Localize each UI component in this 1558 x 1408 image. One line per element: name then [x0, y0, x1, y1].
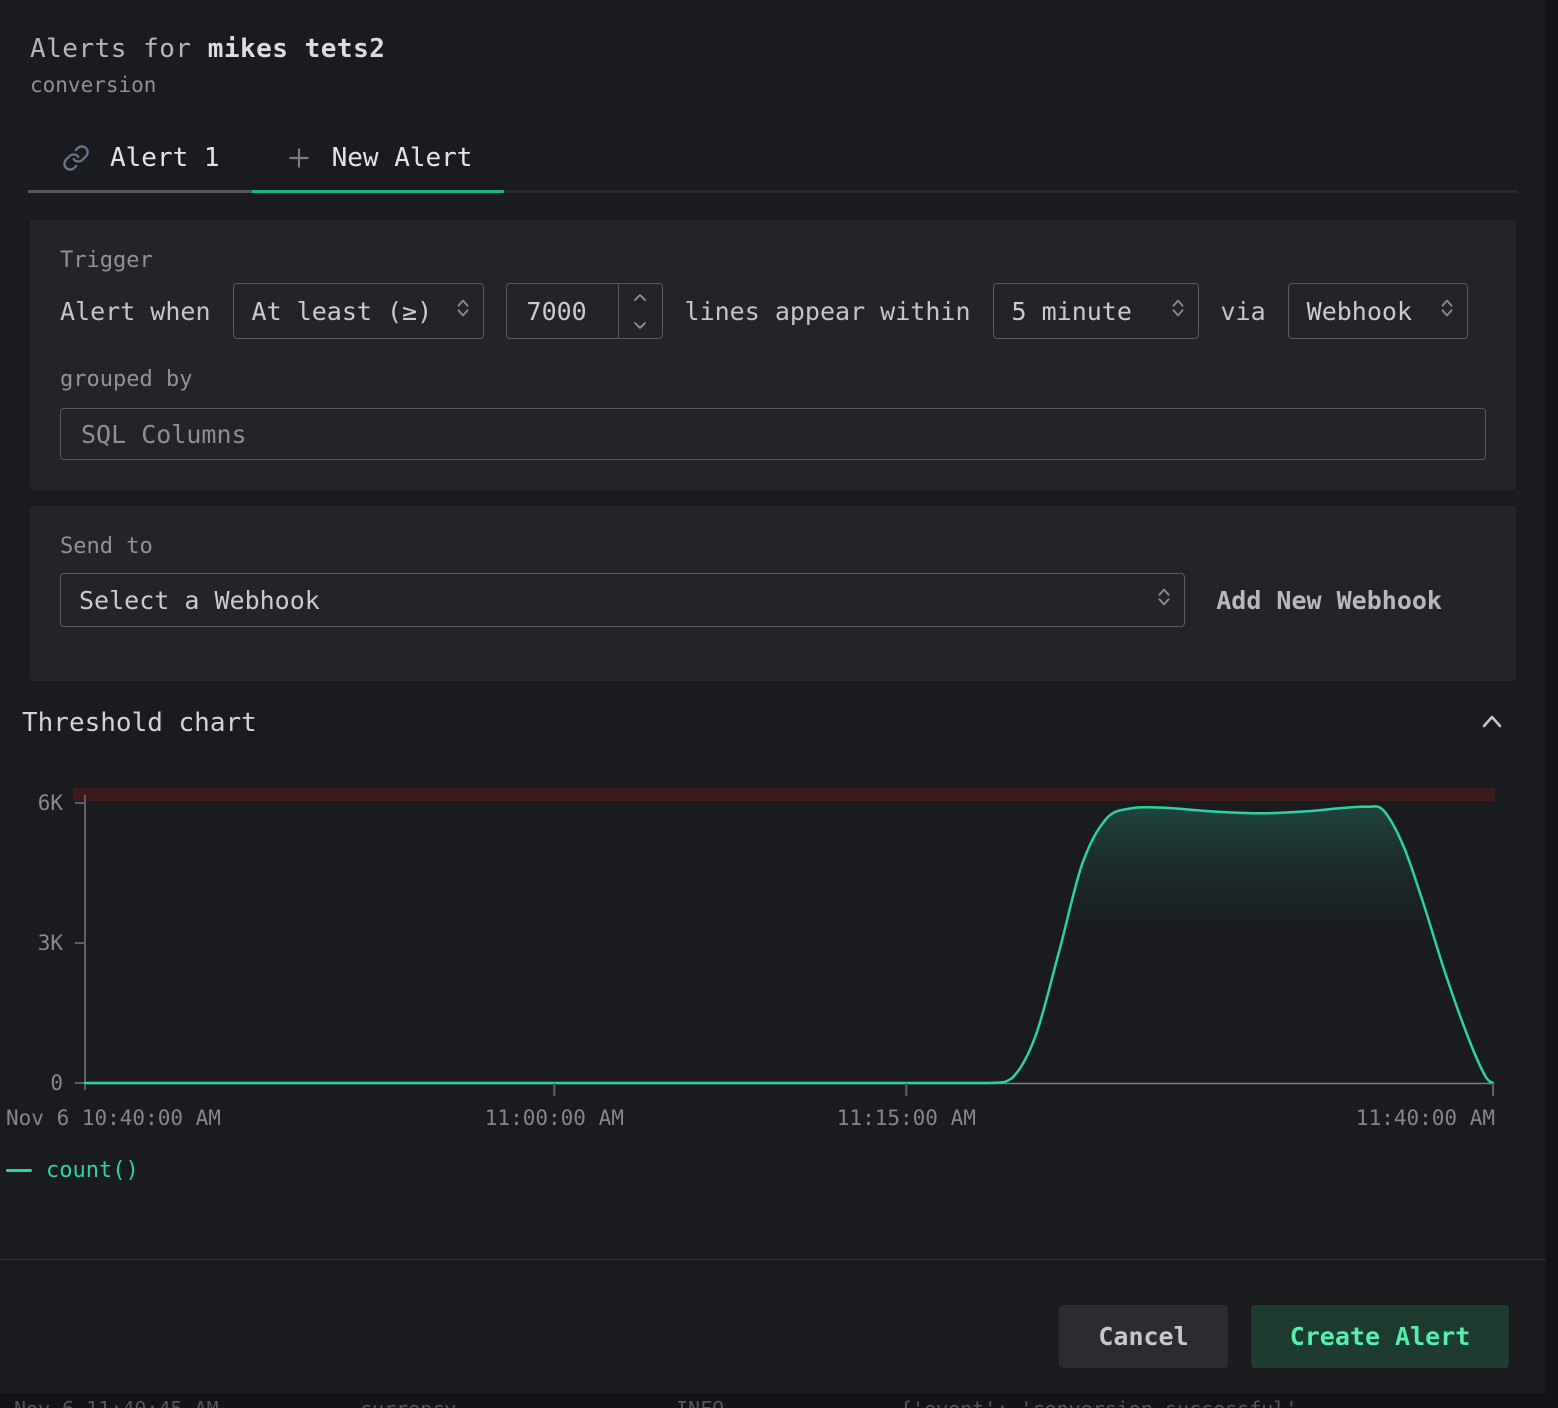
alerts-modal: Alerts for mikes tets2 conversion Alert … — [0, 0, 1546, 1394]
threshold-spinner — [618, 284, 662, 338]
chart-title: Threshold chart — [22, 708, 257, 738]
chart-area: 6K 3K 0 — [6, 788, 1540, 1100]
collapse-chart-button[interactable] — [1474, 707, 1510, 738]
interval-select[interactable]: 5 minute — [993, 283, 1199, 339]
modal-footer: Cancel Create Alert — [0, 1259, 1546, 1394]
chevron-up-down-icon — [1156, 582, 1172, 618]
modal-subtitle: conversion — [30, 73, 1516, 97]
threshold-decrement-button[interactable] — [619, 311, 662, 338]
channel-select[interactable]: Webhook — [1288, 283, 1468, 339]
send-to-row: Select a Webhook Add New Webhook — [60, 573, 1486, 627]
channel-value: Webhook — [1307, 297, 1412, 326]
create-alert-button[interactable]: Create Alert — [1251, 1305, 1509, 1368]
link-icon — [62, 144, 90, 172]
x-tick-label: 11:15:00 AM — [837, 1106, 976, 1130]
trigger-row: Alert when At least (≥) — [60, 283, 1486, 339]
condition-select[interactable]: At least (≥) — [233, 283, 484, 339]
modal-title: Alerts for mikes tets2 — [30, 34, 1516, 64]
y-tick-label: 0 — [50, 1070, 63, 1096]
threshold-chart-block: Threshold chart 6K 3K 0 — [0, 707, 1546, 1183]
log-message: {'event': 'conversion successful' — [900, 1397, 1297, 1408]
tab-new-alert[interactable]: New Alert — [252, 143, 505, 193]
chart-title-row: Threshold chart — [6, 707, 1540, 738]
alert-tabs: Alert 1 New Alert — [28, 143, 1518, 193]
tab-alert-1[interactable]: Alert 1 — [28, 143, 252, 193]
x-tick-label: Nov 6 10:40:00 AM — [6, 1106, 221, 1130]
plus-icon — [286, 145, 312, 171]
send-to-section: Send to Select a Webhook Add New Webhook — [30, 506, 1516, 681]
chevron-up-down-icon — [1170, 293, 1186, 329]
threshold-band — [73, 788, 1495, 801]
trigger-section: Trigger Alert when At least (≥) — [30, 220, 1516, 490]
via-label: via — [1221, 297, 1266, 326]
y-tick-label: 3K — [38, 930, 63, 956]
legend-line-swatch — [6, 1169, 32, 1172]
trigger-label: Trigger — [60, 248, 1486, 273]
webhook-select-placeholder: Select a Webhook — [79, 586, 320, 615]
background-log-row: Nov 6 11:40:45 AM currency INFO {'event'… — [0, 1394, 1558, 1408]
grouped-by-input[interactable] — [60, 408, 1486, 460]
threshold-increment-button[interactable] — [619, 284, 662, 311]
cancel-button[interactable]: Cancel — [1059, 1305, 1228, 1368]
title-prefix: Alerts for — [30, 34, 208, 64]
threshold-number-box — [506, 283, 663, 339]
chevron-up-down-icon — [455, 293, 471, 329]
log-level: INFO — [676, 1397, 724, 1408]
x-axis-labels: Nov 6 10:40:00 AM 11:00:00 AM 11:15:00 A… — [6, 1104, 1495, 1134]
legend-series-name: count() — [46, 1158, 139, 1183]
alert-when-label: Alert when — [60, 297, 211, 326]
title-source-name: mikes tets2 — [208, 34, 386, 64]
tab-alert-1-label: Alert 1 — [110, 143, 220, 173]
y-tick-label: 6K — [38, 790, 63, 816]
send-to-label: Send to — [60, 534, 1486, 559]
chevron-up-icon — [1478, 719, 1506, 734]
webhook-select[interactable]: Select a Webhook — [60, 573, 1185, 627]
log-timestamp: Nov 6 11:40:45 AM — [14, 1397, 219, 1408]
condition-value: At least (≥) — [252, 297, 433, 326]
chart-plot — [73, 788, 1495, 1100]
log-service: currency — [360, 1397, 456, 1408]
add-new-webhook-button[interactable]: Add New Webhook — [1210, 585, 1448, 616]
threshold-input[interactable] — [507, 284, 618, 338]
chart-legend: count() — [6, 1158, 1540, 1183]
interval-value: 5 minute — [1012, 297, 1132, 326]
page-background: Nov 6 11:40:45 AM currency INFO {'event'… — [0, 0, 1558, 1408]
x-tick-label: 11:00:00 AM — [485, 1106, 624, 1130]
lines-appear-within-label: lines appear within — [685, 297, 971, 326]
chart-area-fill — [85, 806, 1493, 1083]
modal-header: Alerts for mikes tets2 conversion — [0, 0, 1546, 97]
tab-new-alert-label: New Alert — [332, 143, 473, 173]
grouped-by-label: grouped by — [60, 367, 1486, 392]
chevron-up-down-icon — [1439, 293, 1455, 329]
x-tick-label: 11:40:00 AM — [1356, 1106, 1495, 1130]
y-axis-labels: 6K 3K 0 — [6, 788, 73, 1100]
